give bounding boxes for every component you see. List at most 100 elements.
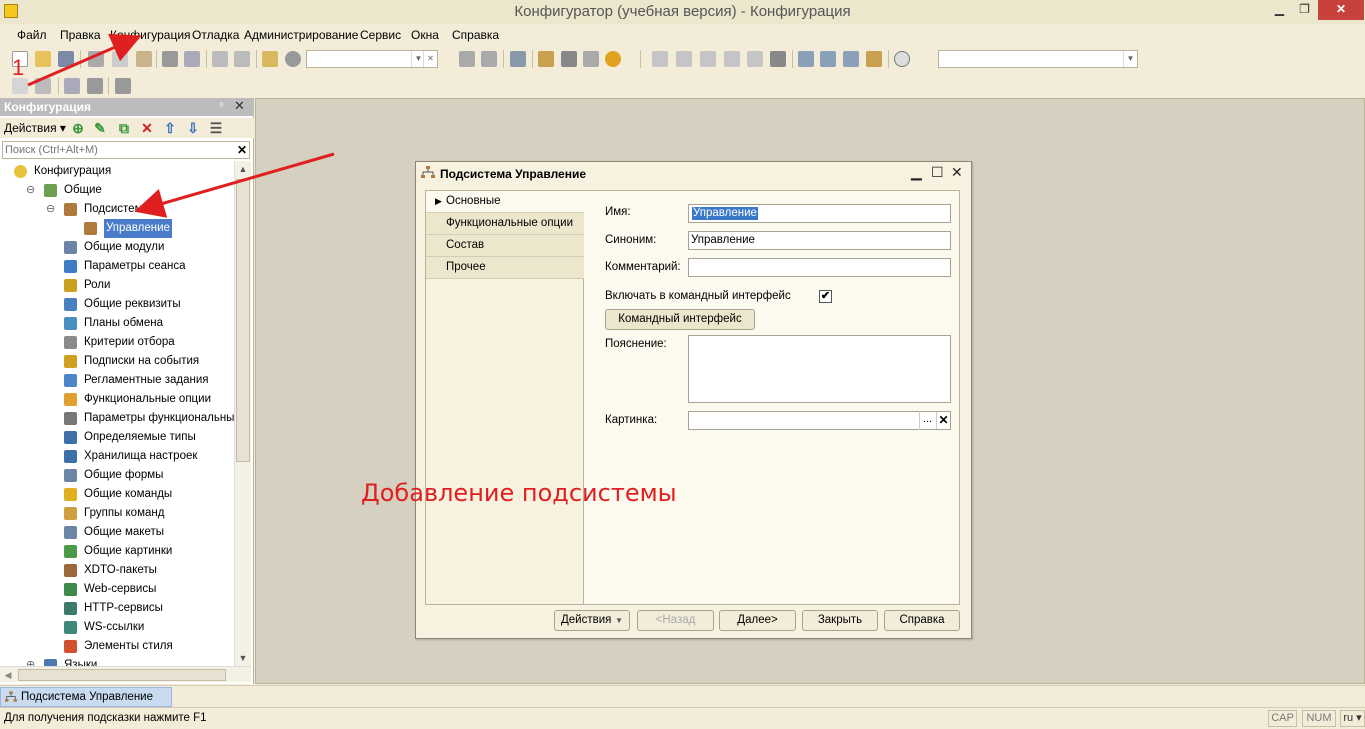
- find-in-folder-icon[interactable]: [262, 51, 278, 67]
- tree-item[interactable]: Параметры функциональных опций: [0, 409, 234, 428]
- explanation-textarea[interactable]: [688, 335, 951, 403]
- picture-field[interactable]: ... ✕: [688, 411, 951, 430]
- menu-edit[interactable]: Правка: [60, 28, 101, 42]
- dialog-tab[interactable]: Функциональные опции: [426, 213, 584, 235]
- tree-item[interactable]: Управление: [0, 219, 232, 238]
- close-button[interactable]: Закрыть: [802, 610, 878, 631]
- name-field[interactable]: Управление: [688, 204, 951, 223]
- tree-item[interactable]: Группы команд: [0, 504, 232, 523]
- tree-item[interactable]: XDTO-пакеты: [0, 561, 232, 580]
- undo-icon[interactable]: [212, 51, 228, 67]
- menu-debug[interactable]: Отладка: [192, 28, 239, 42]
- clock-icon[interactable]: [894, 51, 910, 67]
- window-tab[interactable]: Подсистема Управление: [0, 687, 172, 707]
- dialog-maximize-button[interactable]: ☐: [931, 164, 944, 181]
- command-interface-button[interactable]: Командный интерфейс: [605, 309, 755, 330]
- chevron-down-icon[interactable]: ▼: [1123, 51, 1137, 67]
- window-list-icon[interactable]: [510, 51, 526, 67]
- tree-item[interactable]: Общие модули: [0, 238, 232, 257]
- add-icon[interactable]: ⊕: [70, 120, 86, 136]
- save-icon[interactable]: [58, 51, 74, 67]
- menu-windows[interactable]: Окна: [411, 28, 439, 42]
- tree-item[interactable]: Параметры сеанса: [0, 257, 232, 276]
- clear-icon[interactable]: ✕: [423, 51, 437, 67]
- sort-icon[interactable]: ☰: [208, 120, 224, 136]
- dialog-titlebar[interactable]: Подсистема Управление ▁ ☐ ✕: [416, 162, 971, 184]
- redo-icon[interactable]: [234, 51, 250, 67]
- debug-continue-icon[interactable]: [770, 51, 786, 67]
- scroll-left-icon[interactable]: ◀: [0, 667, 16, 683]
- select-picture-button[interactable]: ...: [919, 411, 935, 430]
- tree-item[interactable]: Общие реквизиты: [0, 295, 232, 314]
- copy-icon[interactable]: [112, 51, 128, 67]
- tree-item[interactable]: Общие картинки: [0, 542, 232, 561]
- dialog-tab[interactable]: ▶ Основные: [426, 191, 584, 213]
- tree-item[interactable]: ⊕ Языки: [0, 656, 232, 666]
- menu-service[interactable]: Сервис: [360, 28, 401, 42]
- print-preview-icon[interactable]: [184, 51, 200, 67]
- debug-step-into-icon[interactable]: [676, 51, 692, 67]
- database-icon[interactable]: [798, 51, 814, 67]
- tree-item[interactable]: Элементы стиля: [0, 637, 232, 656]
- scroll-thumb[interactable]: [18, 669, 226, 681]
- next-button[interactable]: Далее>: [719, 610, 796, 631]
- open-folder-icon[interactable]: [35, 51, 51, 67]
- edit-icon[interactable]: ✎: [92, 120, 108, 136]
- tree-item[interactable]: ⊖ Подсистемы: [0, 200, 232, 219]
- search-icon[interactable]: [285, 51, 301, 67]
- tools-icon[interactable]: [866, 51, 882, 67]
- tree-expand-toggle[interactable]: ⊖: [26, 181, 35, 200]
- tree-item[interactable]: Подписки на события: [0, 352, 232, 371]
- menu-administration[interactable]: Администрирование: [244, 28, 358, 42]
- debug-step-out-icon[interactable]: [700, 51, 716, 67]
- dialog-tab[interactable]: Прочее: [426, 257, 584, 279]
- help-button[interactable]: Справка: [884, 610, 960, 631]
- tree-item[interactable]: Регламентные задания: [0, 371, 232, 390]
- clear-search-icon[interactable]: ✕: [235, 142, 249, 158]
- move-down-icon[interactable]: ⇩: [185, 120, 201, 136]
- dialog-tab[interactable]: Состав: [426, 235, 584, 257]
- config-compare-icon[interactable]: [35, 78, 51, 94]
- back-button[interactable]: <Назад: [637, 610, 714, 631]
- tree-item[interactable]: Общие макеты: [0, 523, 232, 542]
- window-alt-icon[interactable]: [843, 51, 859, 67]
- window-icon[interactable]: [820, 51, 836, 67]
- tree-item[interactable]: Определяемые типы: [0, 428, 232, 447]
- actions-dropdown[interactable]: Действия ▾: [4, 121, 66, 135]
- dialog-close-button[interactable]: ✕: [951, 164, 963, 181]
- paste-icon[interactable]: [136, 51, 152, 67]
- menu-file[interactable]: Файл: [17, 28, 47, 42]
- tree-item[interactable]: Конфигурация: [0, 162, 232, 181]
- tree-expand-toggle[interactable]: ⊕: [26, 656, 35, 666]
- pin-icon[interactable]: ᵖ: [220, 100, 223, 110]
- include-in-command-interface-checkbox[interactable]: ✔: [819, 290, 832, 303]
- debug-run-to-icon[interactable]: [747, 51, 763, 67]
- info-icon[interactable]: [605, 51, 621, 67]
- tree-expand-toggle[interactable]: ⊖: [46, 200, 55, 219]
- toolbar-combo[interactable]: ▼: [938, 50, 1138, 68]
- synonym-field[interactable]: Управление: [688, 231, 951, 250]
- close-icon[interactable]: ✕: [234, 98, 245, 114]
- scroll-up-icon[interactable]: ▲: [235, 161, 251, 177]
- close-window-button[interactable]: ✕: [1318, 0, 1364, 20]
- tree-item[interactable]: Общие формы: [0, 466, 232, 485]
- tree-search-input[interactable]: [3, 142, 235, 158]
- tree-item[interactable]: ⊖ Общие: [0, 181, 232, 200]
- print-icon[interactable]: [162, 51, 178, 67]
- tree-item[interactable]: Общие команды: [0, 485, 232, 504]
- dialog-actions-button[interactable]: Действия ▼: [554, 610, 630, 631]
- clear-picture-icon[interactable]: ✕: [936, 412, 950, 429]
- run-debug-icon[interactable]: [115, 78, 131, 94]
- tree-item[interactable]: Функциональные опции: [0, 390, 232, 409]
- database-update-icon[interactable]: [64, 78, 80, 94]
- tree-item[interactable]: HTTP-сервисы: [0, 599, 232, 618]
- tree-item[interactable]: Роли: [0, 276, 232, 295]
- tree-item[interactable]: Хранилища настроек: [0, 447, 232, 466]
- debug-braces-icon[interactable]: [724, 51, 740, 67]
- config-window-icon[interactable]: [87, 78, 103, 94]
- tree-item[interactable]: WS-ссылки: [0, 618, 232, 637]
- syntax-help-icon[interactable]: [561, 51, 577, 67]
- minimize-button[interactable]: ▁: [1266, 0, 1293, 20]
- dialog-minimize-button[interactable]: ▁: [911, 164, 922, 181]
- tree-horizontal-scrollbar[interactable]: ◀: [0, 666, 251, 682]
